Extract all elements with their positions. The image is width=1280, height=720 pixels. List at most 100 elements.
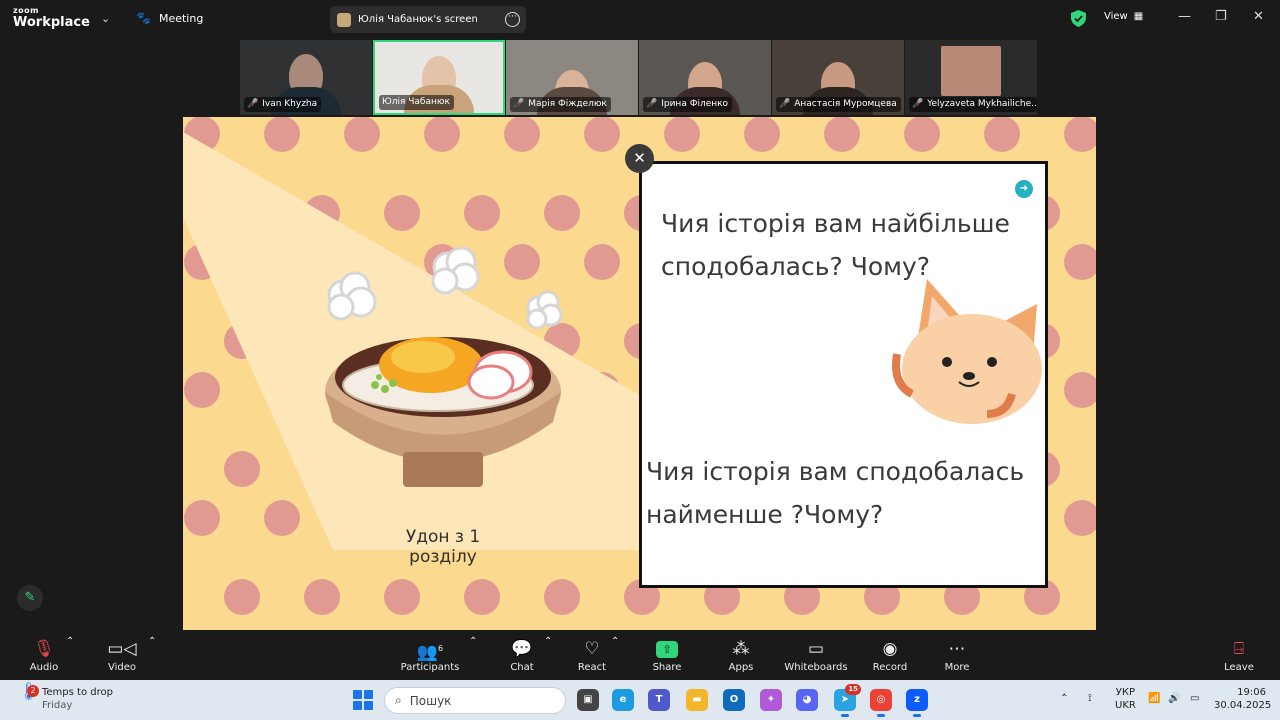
- mic-muted-icon: 🎙: [33, 639, 55, 659]
- participants-options-caret-icon[interactable]: ⌃: [469, 636, 477, 647]
- search-icon: ⌕: [395, 693, 402, 707]
- leave-button[interactable]: ⍈ Leave: [1224, 636, 1254, 673]
- participants-count: 6: [438, 644, 444, 653]
- video-label: Video: [107, 662, 137, 673]
- participant-tile-active-speaker[interactable]: Юлія Чабанюк: [373, 40, 505, 115]
- udon-bowl-illustration: [325, 247, 563, 487]
- paw-icon: 🐾: [136, 11, 151, 25]
- video-camera-icon: ▭◁: [107, 639, 137, 659]
- zoom-app-icon[interactable]: z: [906, 689, 928, 717]
- thermometer-icon: 🌡2: [18, 684, 40, 712]
- share-arrow-icon: ⇧: [656, 640, 678, 658]
- record-label: Record: [872, 662, 908, 673]
- chat-icon: 💬: [511, 639, 533, 659]
- participant-name: Анастасія Муромцева: [794, 99, 897, 109]
- close-icon[interactable]: ✕: [625, 144, 654, 173]
- apps-button[interactable]: ⁂ Apps: [725, 636, 757, 673]
- audio-options-caret-icon[interactable]: ⌃: [66, 636, 74, 647]
- chat-options-caret-icon[interactable]: ⌃: [544, 636, 552, 647]
- participant-name-tag: 🎤̸ Марія Фіжделюк: [510, 97, 611, 112]
- mic-off-icon: 🎤̸: [247, 99, 259, 109]
- arrow-right-icon[interactable]: ➜: [1015, 180, 1033, 198]
- weather-subtitle: Friday: [42, 700, 73, 711]
- participant-name: Юлія Чабанюк: [382, 97, 450, 107]
- volume-icon[interactable]: 🔊: [1168, 692, 1180, 705]
- react-options-caret-icon[interactable]: ⌃: [611, 636, 619, 647]
- participants-label: Participants: [400, 662, 460, 673]
- participant-tile[interactable]: 🎤̸ Анастасія Муромцева: [772, 40, 904, 115]
- participant-tile[interactable]: 🎤̸ Yelyzaveta Mykhailiche...: [905, 40, 1037, 115]
- annotate-pencil-icon[interactable]: ✎: [17, 585, 43, 611]
- video-options-caret-icon[interactable]: ⌃: [148, 636, 156, 647]
- participant-name: Ірина Філенко: [661, 99, 729, 109]
- keyboard-language-indicator[interactable]: УКР UKR: [1115, 686, 1136, 712]
- telegram-icon[interactable]: ➤ 15: [834, 684, 861, 717]
- chat-button[interactable]: 💬 Chat: [506, 636, 538, 673]
- windows-taskbar: 🌡2 Temps to drop Friday ⌕ Пошук ▣ e T ▬ …: [0, 680, 1280, 720]
- network-location-icon[interactable]: ⟟: [1088, 692, 1092, 705]
- steam-cloud: [327, 247, 563, 330]
- record-button[interactable]: ◉ Record: [872, 636, 908, 673]
- participant-name-tag: 🎤̸ Ivan Khyzha: [244, 97, 322, 112]
- participant-strip: 🎤̸ Ivan Khyzha Юлія Чабанюк 🎤̸ Марія Фіжде…: [240, 40, 1037, 115]
- leave-door-icon: ⍈: [1233, 639, 1245, 659]
- windows-start-icon[interactable]: [353, 690, 373, 710]
- weather-widget[interactable]: 🌡2 Temps to drop Friday: [18, 684, 113, 712]
- outlook-icon[interactable]: O: [723, 689, 745, 711]
- edge-browser-icon[interactable]: e: [612, 689, 634, 711]
- taskbar-search-input[interactable]: ⌕ Пошук: [384, 687, 566, 714]
- participant-name-tag: 🎤̸ Yelyzaveta Mykhailiche...: [909, 97, 1037, 112]
- clock[interactable]: 19:06 30.04.2025: [1214, 686, 1271, 712]
- whiteboards-label: Whiteboards: [784, 662, 848, 673]
- video-button[interactable]: ▭◁ Video: [102, 636, 142, 673]
- react-label: React: [577, 662, 607, 673]
- whiteboard-icon: ▭: [807, 639, 825, 659]
- view-menu[interactable]: View ▦: [1104, 11, 1143, 22]
- file-explorer-icon[interactable]: ▬: [686, 689, 708, 711]
- more-options-icon[interactable]: ···: [505, 12, 520, 27]
- tray-chevron-up-icon[interactable]: ⌃: [1060, 692, 1068, 705]
- share-label: Share: [652, 662, 682, 673]
- copilot-icon[interactable]: ✦: [760, 689, 782, 711]
- participant-tile[interactable]: 🎤̸ Ірина Філенко: [639, 40, 771, 115]
- more-button[interactable]: ⋯ More: [942, 636, 972, 673]
- share-indicator-pill[interactable]: Юлія Чабанюк's screen ···: [330, 6, 526, 33]
- shared-screen-slide: Удон з 1 розділу ➜ Чия історія вам найбі…: [183, 117, 1096, 630]
- minimize-icon[interactable]: —: [1178, 9, 1191, 24]
- weather-badge: 2: [27, 685, 39, 697]
- participant-name: Ivan Khyzha: [262, 99, 318, 109]
- shield-check-icon[interactable]: [1071, 10, 1086, 27]
- record-icon: ◉: [882, 639, 898, 659]
- task-view-icon[interactable]: ▣: [577, 689, 599, 711]
- share-button[interactable]: ⇧ Share: [650, 636, 684, 673]
- chat-label: Chat: [510, 662, 534, 673]
- participant-tile[interactable]: 🎤̸ Марія Фіжделюк: [506, 40, 638, 115]
- participant-avatar-photo: [941, 46, 1001, 96]
- wifi-icon[interactable]: 📶: [1148, 692, 1160, 705]
- apps-label: Apps: [728, 662, 754, 673]
- mic-off-icon: 🎤̸: [646, 99, 658, 109]
- close-window-icon[interactable]: ✕: [1253, 9, 1264, 24]
- logo-top-text: zoom: [13, 6, 39, 15]
- participant-tile[interactable]: 🎤̸ Ivan Khyzha: [240, 40, 372, 115]
- zoom-logo[interactable]: zoom Workplace: [13, 6, 90, 30]
- meeting-menu[interactable]: 🐾 Meeting: [136, 11, 203, 25]
- teams-icon[interactable]: T: [648, 689, 670, 711]
- chrome-icon[interactable]: ◎: [870, 689, 892, 717]
- participant-name-tag: Юлія Чабанюк: [379, 95, 454, 110]
- discord-icon[interactable]: ◕: [796, 689, 818, 711]
- grid-icon: ▦: [1133, 11, 1144, 22]
- restore-icon[interactable]: ❐: [1215, 9, 1227, 24]
- whiteboards-button[interactable]: ▭ Whiteboards: [784, 636, 848, 673]
- share-icon-wrap: ⇧: [650, 636, 684, 662]
- logo-bottom-text: Workplace: [13, 15, 90, 30]
- participants-button[interactable]: 👥6 Participants: [398, 636, 462, 673]
- participant-name-tag: 🎤̸ Ірина Філенко: [643, 97, 733, 112]
- participant-name: Yelyzaveta Mykhailiche...: [927, 99, 1037, 109]
- react-button[interactable]: ♡ React: [576, 636, 608, 673]
- chevron-down-icon[interactable]: ⌄: [101, 12, 110, 25]
- audio-button[interactable]: 🎙 Audio: [24, 636, 64, 673]
- audio-label: Audio: [29, 662, 59, 673]
- share-pill-label: Юлія Чабанюк's screen: [358, 14, 478, 25]
- battery-icon[interactable]: ▭: [1190, 692, 1199, 705]
